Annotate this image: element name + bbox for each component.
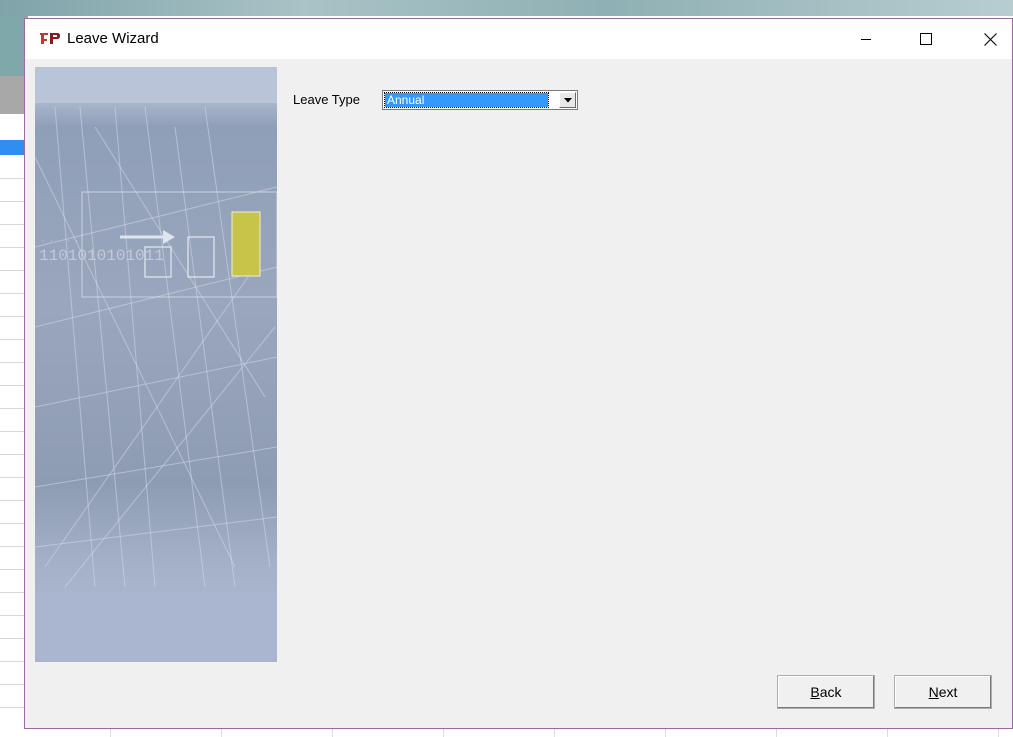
close-button[interactable] bbox=[967, 19, 1013, 59]
leave-type-dropdown[interactable]: Annual bbox=[382, 90, 578, 110]
minimize-button[interactable] bbox=[843, 19, 889, 59]
back-button[interactable]: Back bbox=[777, 675, 875, 709]
leave-type-label: Leave Type bbox=[293, 92, 360, 107]
chevron-down-icon bbox=[563, 97, 572, 102]
back-button-label: ack bbox=[819, 684, 842, 700]
next-button-accelerator: N bbox=[928, 684, 939, 700]
minimize-icon bbox=[861, 39, 871, 40]
background-bottom-grid bbox=[0, 729, 1013, 737]
maximize-icon bbox=[920, 33, 932, 45]
background-top-strip bbox=[0, 0, 1013, 16]
banner-artwork: 1101010101011 · · · · · bbox=[35, 67, 277, 662]
leave-wizard-window: Leave Wizard 1101010101011 · · · · · Lea… bbox=[24, 18, 1013, 729]
close-icon bbox=[983, 32, 997, 46]
title-bar[interactable]: Leave Wizard bbox=[25, 19, 1012, 59]
next-button[interactable]: Next bbox=[894, 675, 992, 709]
leave-type-selected-value[interactable]: Annual bbox=[384, 92, 549, 108]
back-button-accelerator: B bbox=[810, 684, 820, 700]
banner-binary-text: 1101010101011 bbox=[39, 247, 164, 265]
maximize-button[interactable] bbox=[903, 19, 949, 59]
svg-text:· · · · ·: · · · · · bbox=[41, 238, 79, 246]
next-button-label: ext bbox=[938, 684, 958, 700]
app-logo-icon bbox=[40, 33, 60, 44]
wizard-banner-image: 1101010101011 · · · · · bbox=[35, 67, 277, 662]
window-title: Leave Wizard bbox=[67, 30, 159, 47]
dropdown-arrow-button[interactable] bbox=[559, 92, 576, 108]
